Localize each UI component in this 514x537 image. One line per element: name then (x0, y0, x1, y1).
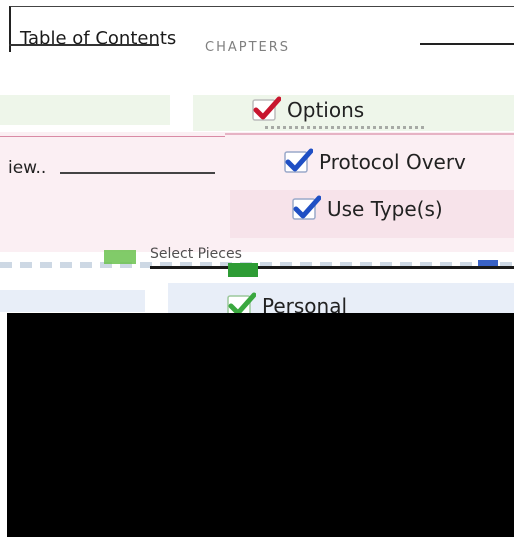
tree-item-use-types[interactable]: Use Type(s) (291, 195, 443, 223)
app-canvas: Table of Contents CHAPTERS iew.. Options… (0, 0, 514, 537)
title-underline (9, 44, 159, 46)
checkmark-icon[interactable] (283, 148, 313, 176)
tree-item-options[interactable]: Options (251, 96, 425, 129)
row-divider (225, 133, 514, 135)
tree-connector-dotted (265, 126, 425, 129)
status-bar-green (228, 263, 258, 277)
row-band-green-left (0, 95, 170, 125)
checkmark-icon[interactable] (251, 96, 281, 124)
tree-connector-line (60, 172, 215, 174)
checkmark-icon[interactable] (291, 195, 321, 223)
tree-divider (150, 266, 514, 269)
status-dash-blue (478, 260, 498, 266)
tree-item-middle-label[interactable]: Select Pieces (150, 246, 242, 262)
tree-item-label: Options (287, 98, 365, 122)
row-divider (0, 136, 225, 137)
tree-item-protocol-overview[interactable]: Protocol Overv (283, 148, 466, 176)
occluded-region (7, 313, 514, 537)
tree-item-label: Use Type(s) (327, 197, 443, 221)
tree-item-label: Protocol Overv (319, 150, 466, 174)
row-band-blue-left (0, 290, 145, 312)
ghost-text: CHAPTERS (205, 40, 291, 55)
header-divider (420, 43, 514, 45)
status-bar-green (104, 250, 136, 264)
tree-item-overview-fragment[interactable]: iew.. (8, 158, 46, 178)
